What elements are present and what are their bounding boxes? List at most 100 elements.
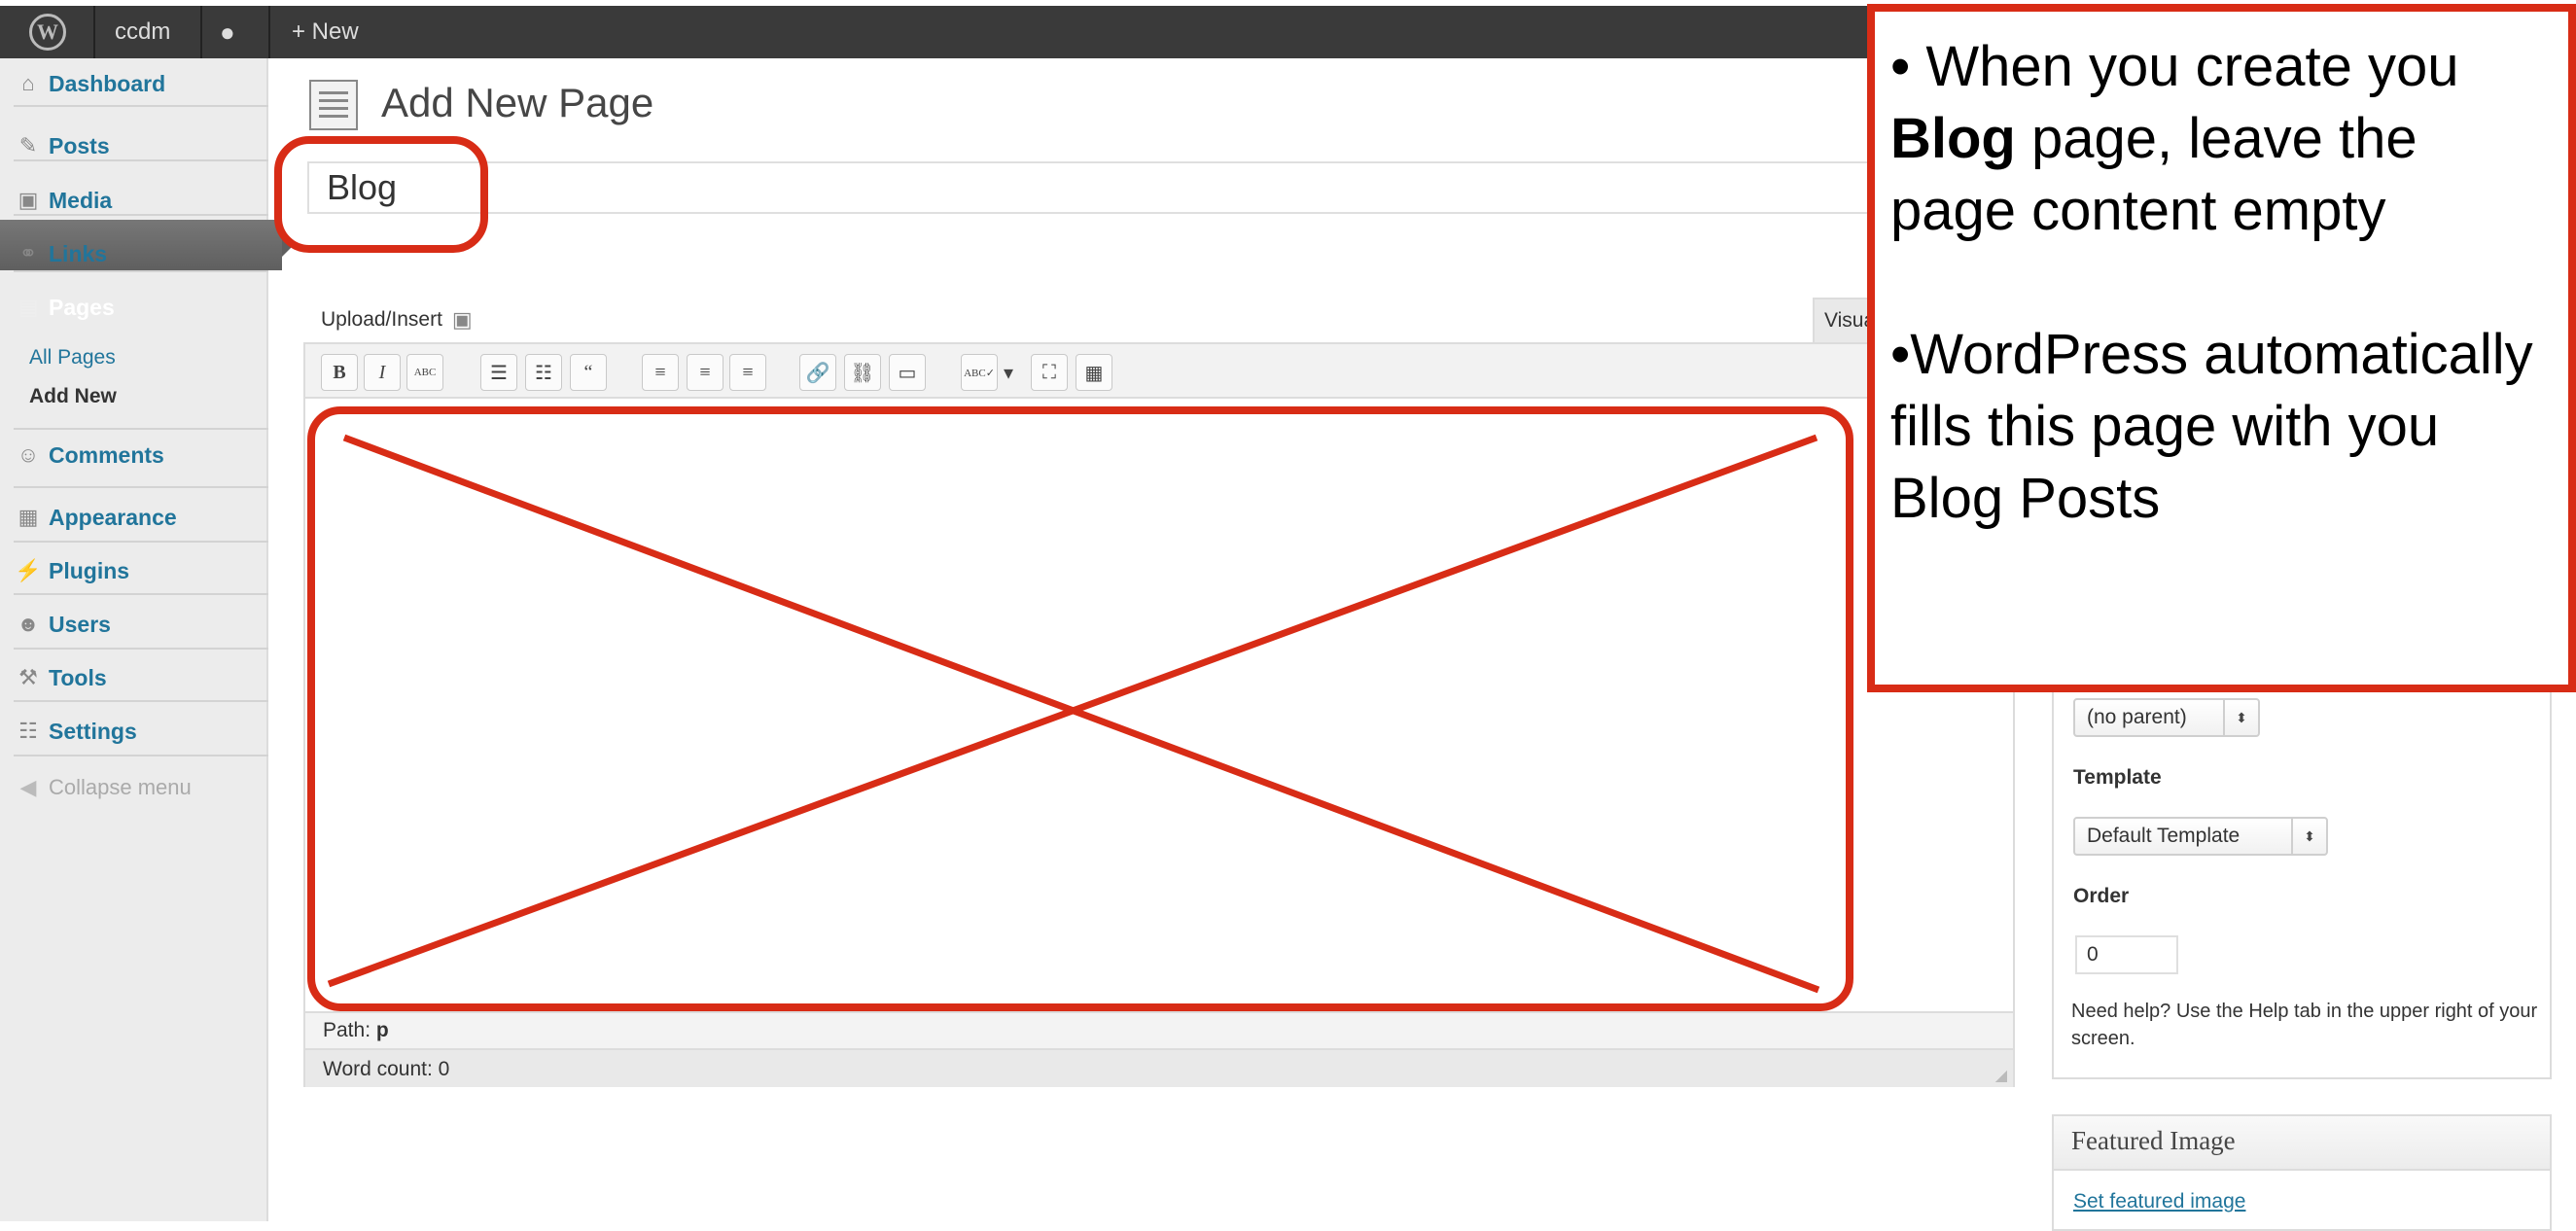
collapse-menu-label: Collapse menu (49, 775, 192, 799)
title-annotation-outline (274, 136, 488, 253)
resize-handle-icon[interactable]: ◢ (1995, 1066, 2007, 1085)
menu-separator (14, 486, 268, 488)
instruction-callout: • When you create you Blog page, leave t… (1867, 4, 2576, 692)
align-right-button[interactable]: ≡ (729, 354, 766, 391)
new-content-link[interactable]: + New (292, 6, 359, 58)
appearance-icon: ▦ (18, 505, 39, 529)
align-center-button[interactable]: ≡ (687, 354, 723, 391)
page-title: Add New Page (381, 80, 654, 125)
add-media-icon: ▣ (451, 307, 473, 332)
admin-bar-divider (200, 6, 202, 58)
pages-screen-icon (309, 80, 358, 130)
order-label: Order (2073, 885, 2130, 907)
editor-toolbar: B I ABC ☰ ☷ “≡ ≡ ≡ 🔗 ⛓ ▭ ABC✓ ▾ ⛶ ▦ (305, 344, 2013, 399)
sidebar-item-label: Users (49, 611, 111, 637)
featured-image-box: Featured Image Set featured image (2052, 1114, 2552, 1231)
fullscreen-button[interactable]: ⛶ (1031, 354, 1068, 391)
spellcheck-menu-button[interactable]: ▾ (998, 354, 1019, 391)
sidebar-item-label: Settings (49, 718, 137, 744)
help-text: Need help? Use the Help tab in the upper… (2071, 1001, 2538, 1049)
bold-button[interactable]: B (321, 354, 358, 391)
site-name-link[interactable]: ccdm (115, 6, 170, 58)
settings-icon: ☷ (18, 719, 38, 743)
unlink-button[interactable]: ⛓ (844, 354, 881, 391)
set-featured-image-link[interactable]: Set featured image (2073, 1190, 2245, 1213)
sidebar-item-plugins[interactable]: ⚡ Plugins (14, 551, 129, 590)
menu-separator (14, 755, 268, 756)
path-value: p (375, 1019, 389, 1041)
submenu-add-new[interactable]: Add New (29, 385, 117, 408)
template-label: Template (2073, 766, 2162, 789)
sidebar-item-pages[interactable]: ▤ Pages (14, 288, 115, 327)
sidebar-item-users[interactable]: ☻ Users (14, 605, 111, 644)
menu-separator (14, 593, 268, 595)
pages-icon: ▤ (18, 295, 39, 319)
blockquote-button[interactable]: “ (570, 354, 607, 391)
sidebar-item-appearance[interactable]: ▦ Appearance (14, 498, 177, 537)
word-count-bar: Word count: 0 ◢ (305, 1048, 2013, 1087)
sidebar-item-tools[interactable]: ⚒ Tools (14, 658, 107, 697)
parent-select[interactable]: (no parent) ⬍ (2073, 698, 2260, 737)
bullet-list-button[interactable]: ☰ (480, 354, 517, 391)
post-title-input[interactable]: Blog (307, 161, 1892, 214)
order-input[interactable]: 0 (2075, 935, 2178, 974)
collapse-arrow-icon: ◀ (19, 775, 37, 799)
featured-image-title: Featured Image (2054, 1116, 2550, 1171)
editor-path-bar: Path: p (305, 1011, 2013, 1048)
order-value: 0 (2087, 943, 2099, 966)
template-select-value: Default Template (2087, 825, 2241, 847)
sidebar-item-links[interactable]: ⚭ Links (14, 234, 107, 273)
plugin-icon: ⚡ (15, 558, 42, 582)
select-arrows-icon: ⬍ (2291, 819, 2326, 854)
spellcheck-button[interactable]: ABC✓ (961, 354, 998, 391)
wordpress-logo-icon[interactable]: W (29, 14, 66, 51)
media-icon: ▣ (18, 188, 39, 212)
comment-icon: ☺ (17, 442, 40, 467)
menu-separator (14, 648, 268, 650)
home-icon: ⌂ (21, 71, 35, 95)
sidebar-item-settings[interactable]: ☷ Settings (14, 712, 137, 751)
admin-bar-divider (268, 6, 270, 58)
sidebar-item-label: Media (49, 187, 113, 213)
callout-text: • When you create you (1890, 35, 2459, 98)
numbered-list-button[interactable]: ☷ (525, 354, 562, 391)
insert-more-button[interactable]: ▭ (889, 354, 926, 391)
submenu-all-pages[interactable]: All Pages (29, 346, 116, 369)
comments-icon[interactable]: ● (220, 6, 235, 58)
sidebar-item-dashboard[interactable]: ⌂ Dashboard (14, 64, 165, 103)
menu-separator (14, 428, 268, 430)
italic-button[interactable]: I (364, 354, 401, 391)
sidebar-item-label: Tools (49, 664, 107, 690)
tools-icon: ⚒ (18, 665, 38, 689)
callout-point-2: •WordPress automatically fills this page… (1890, 323, 2533, 530)
sidebar-item-label: Links (49, 240, 108, 266)
pushpin-icon: ✎ (18, 133, 38, 158)
sidebar-item-label: Pages (49, 294, 115, 320)
word-count: Word count: 0 (323, 1058, 450, 1080)
collapse-menu-button[interactable]: ◀ Collapse menu (14, 768, 192, 807)
menu-separator (14, 159, 268, 161)
content-annotation-outline (307, 406, 1853, 1011)
callout-bold-text: Blog (1890, 107, 2016, 170)
sidebar-item-label: Comments (49, 441, 164, 468)
menu-separator (14, 541, 268, 543)
template-select[interactable]: Default Template ⬍ (2073, 817, 2328, 856)
site-name-label: ccdm (115, 18, 171, 45)
select-arrows-icon: ⬍ (2223, 700, 2258, 735)
sidebar-item-label: Posts (49, 132, 110, 158)
upload-insert-link[interactable]: Upload/Insert ▣ (321, 307, 473, 333)
insert-link-button[interactable]: 🔗 (799, 354, 836, 391)
upload-insert-label: Upload/Insert (321, 308, 442, 331)
parent-select-value: (no parent) (2087, 706, 2187, 728)
new-content-label: + New (292, 18, 359, 45)
sidebar-item-comments[interactable]: ☺ Comments (14, 436, 164, 475)
menu-separator (14, 700, 268, 702)
menu-separator (14, 270, 268, 272)
link-icon: ⚭ (18, 241, 38, 265)
menu-separator (14, 214, 268, 216)
kitchen-sink-button[interactable]: ▦ (1076, 354, 1112, 391)
menu-separator (14, 105, 268, 107)
sidebar-item-label: Plugins (49, 557, 130, 583)
strikethrough-button[interactable]: ABC (406, 354, 443, 391)
align-left-button[interactable]: ≡ (642, 354, 679, 391)
